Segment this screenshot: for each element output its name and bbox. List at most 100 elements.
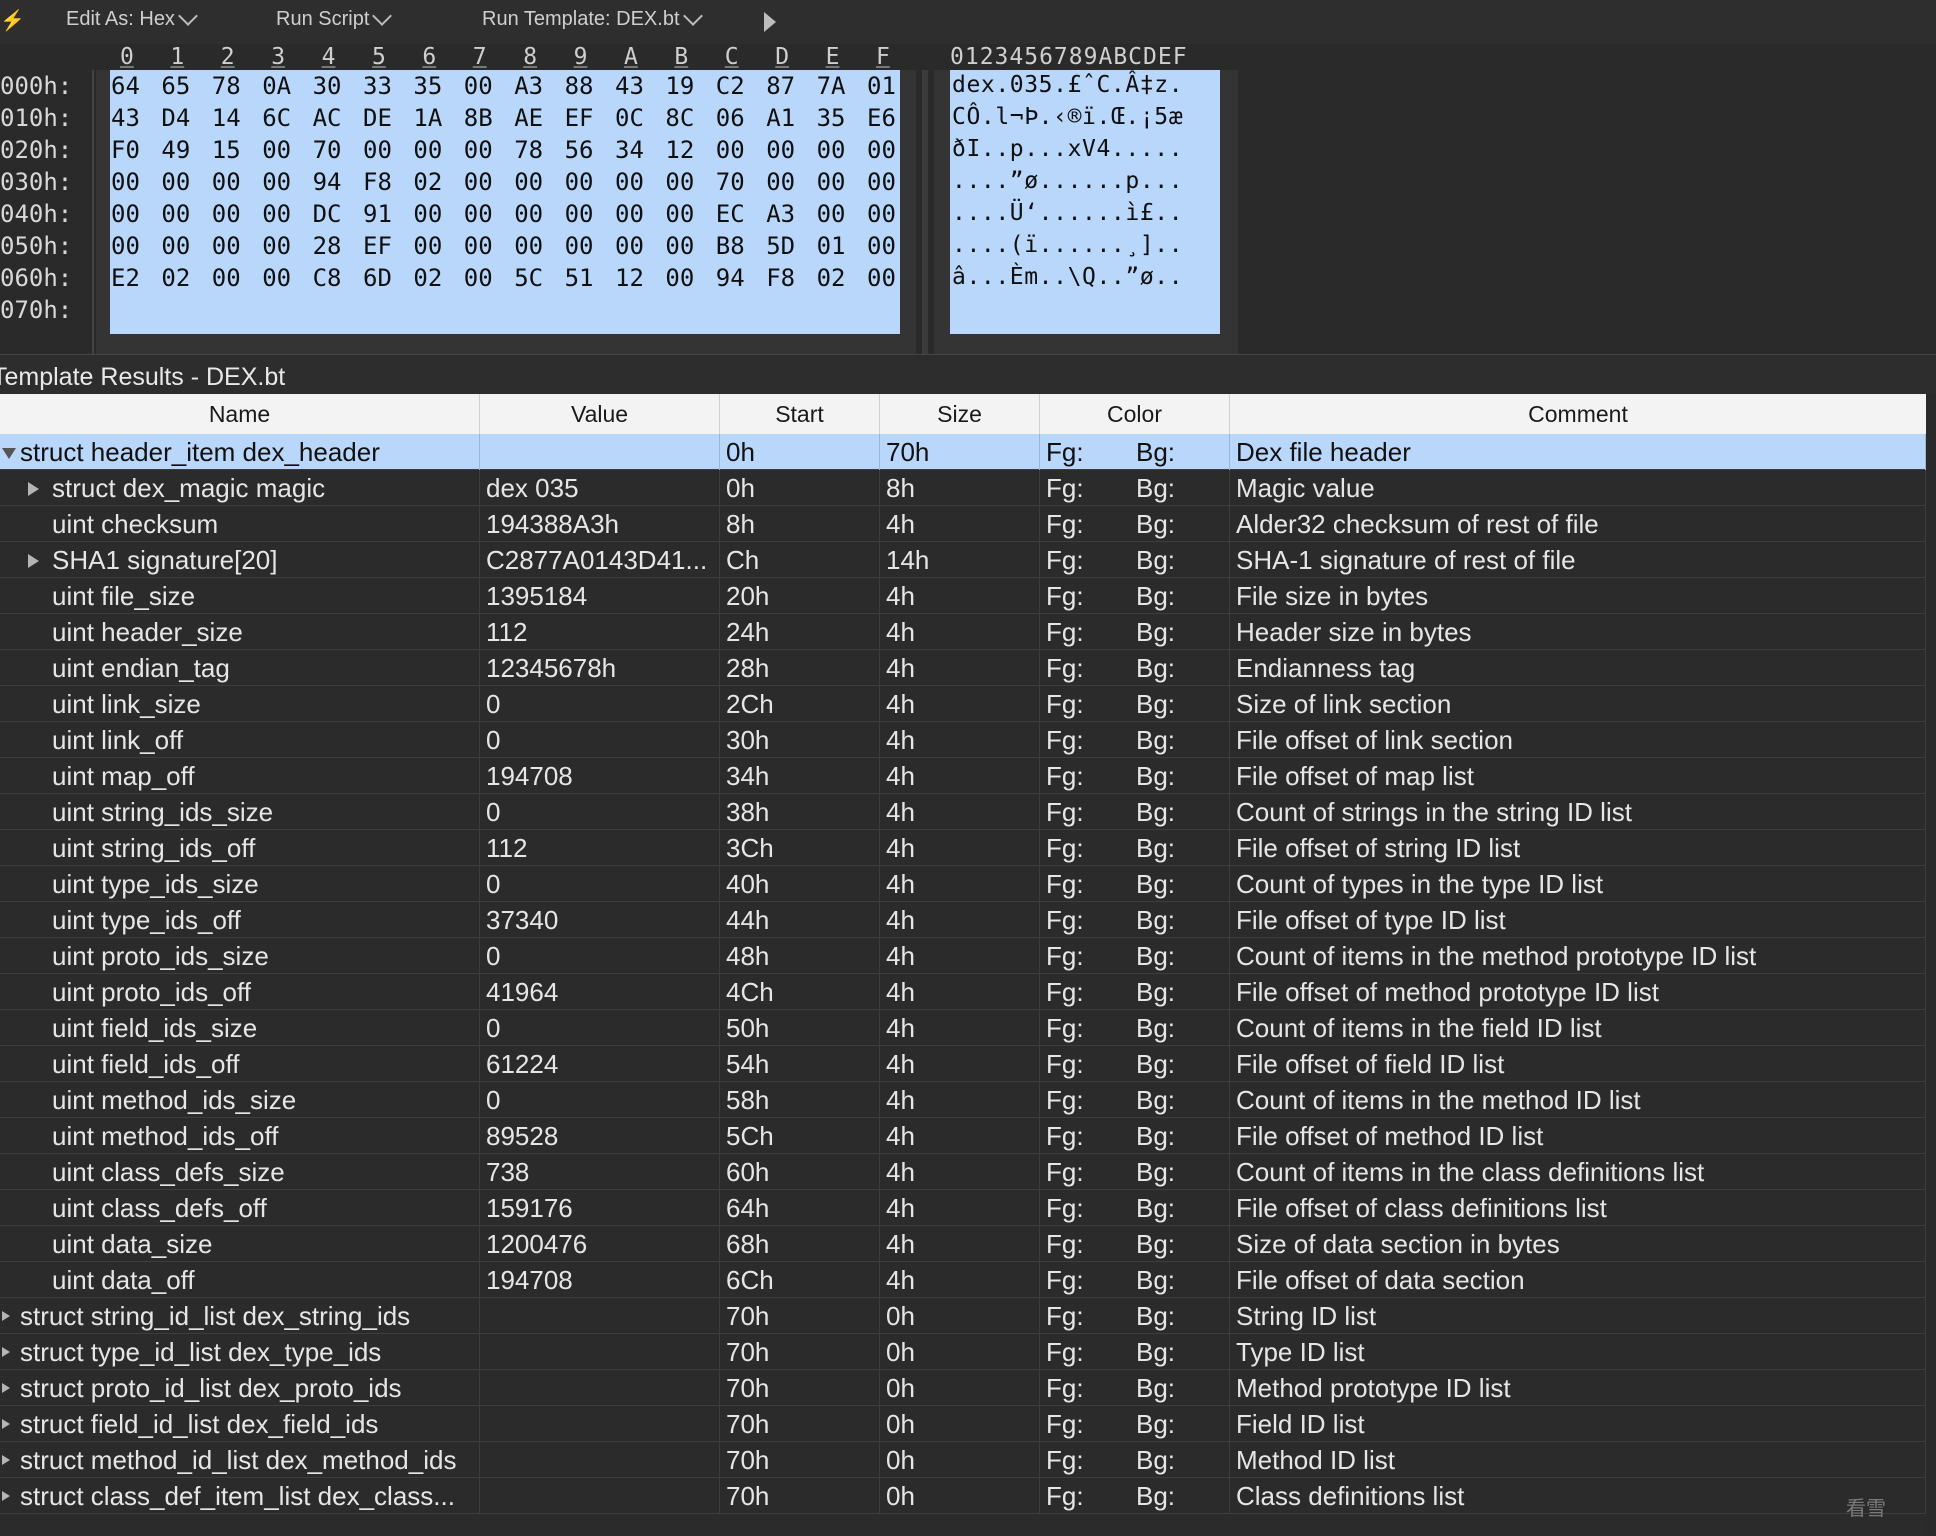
- hex-byte[interactable]: 78: [514, 136, 543, 164]
- hex-byte[interactable]: 64: [111, 72, 140, 100]
- hex-byte[interactable]: 7A: [817, 72, 846, 100]
- vertical-scrollbar[interactable]: [1926, 394, 1936, 1536]
- hex-byte[interactable]: 00: [867, 168, 896, 196]
- template-row[interactable]: uint type_ids_off 37340 44h 4h Fg: Bg: File of…: [0, 902, 1926, 938]
- hex-byte[interactable]: 8B: [464, 104, 493, 132]
- hex-byte[interactable]: 01: [867, 72, 896, 100]
- template-row[interactable]: uint link_size 0 2Ch 4h Fg: Bg: Size of link s…: [0, 686, 1926, 722]
- hex-byte[interactable]: 02: [413, 168, 442, 196]
- hex-byte[interactable]: 00: [464, 168, 493, 196]
- hex-byte[interactable]: 00: [817, 168, 846, 196]
- hex-byte[interactable]: 00: [867, 200, 896, 228]
- expand-triangle-icon[interactable]: [2, 1419, 10, 1429]
- hex-byte[interactable]: 5D: [766, 232, 795, 260]
- template-row[interactable]: uint method_ids_size 0 58h 4h Fg: Bg: Count of…: [0, 1082, 1926, 1118]
- template-row[interactable]: uint method_ids_off 89528 5Ch 4h Fg: Bg: File …: [0, 1118, 1926, 1154]
- hex-byte[interactable]: 02: [413, 264, 442, 292]
- template-row[interactable]: struct class_def_item_list dex_class... 7…: [0, 1478, 1926, 1514]
- ascii-row[interactable]: CÔ.l¬Þ.‹®ï.Œ.¡5æ: [952, 104, 1183, 130]
- hex-byte[interactable]: 0A: [262, 72, 291, 100]
- hex-byte[interactable]: B8: [716, 232, 745, 260]
- hex-byte[interactable]: 00: [565, 168, 594, 196]
- hex-byte[interactable]: E6: [867, 104, 896, 132]
- template-row[interactable]: uint type_ids_size 0 40h 4h Fg: Bg: Count of t…: [0, 866, 1926, 902]
- hex-byte[interactable]: 65: [161, 72, 190, 100]
- hex-byte[interactable]: DC: [313, 200, 342, 228]
- hex-byte[interactable]: 00: [565, 200, 594, 228]
- hex-byte[interactable]: 5C: [514, 264, 543, 292]
- hex-byte[interactable]: 00: [565, 232, 594, 260]
- expand-triangle-icon[interactable]: [2, 1383, 10, 1393]
- hex-byte[interactable]: E2: [111, 264, 140, 292]
- hex-byte[interactable]: EF: [363, 232, 392, 260]
- hex-byte[interactable]: 0C: [615, 104, 644, 132]
- hex-byte[interactable]: EF: [565, 104, 594, 132]
- hex-byte[interactable]: 00: [464, 264, 493, 292]
- hex-byte[interactable]: 00: [716, 136, 745, 164]
- hex-byte[interactable]: 35: [413, 72, 442, 100]
- hex-byte[interactable]: 00: [665, 168, 694, 196]
- template-row[interactable]: uint data_size 1200476 68h 4h Fg: Bg: Size of …: [0, 1226, 1926, 1262]
- template-row[interactable]: struct string_id_list dex_string_ids 70h 0…: [0, 1298, 1926, 1334]
- hex-byte[interactable]: C2: [716, 72, 745, 100]
- hex-byte[interactable]: 43: [111, 104, 140, 132]
- hex-byte[interactable]: 88: [565, 72, 594, 100]
- hex-byte[interactable]: 00: [111, 200, 140, 228]
- hex-byte[interactable]: 00: [615, 168, 644, 196]
- hex-byte[interactable]: 94: [313, 168, 342, 196]
- hex-byte[interactable]: 78: [212, 72, 241, 100]
- hex-byte[interactable]: 00: [514, 200, 543, 228]
- hex-byte[interactable]: 00: [665, 200, 694, 228]
- column-header-size[interactable]: Size: [880, 394, 1040, 434]
- hex-byte[interactable]: A3: [514, 72, 543, 100]
- column-header-value[interactable]: Value: [480, 394, 720, 434]
- hex-byte[interactable]: 00: [665, 264, 694, 292]
- hex-byte[interactable]: C8: [313, 264, 342, 292]
- hex-byte[interactable]: 6D: [363, 264, 392, 292]
- hex-byte[interactable]: 00: [262, 200, 291, 228]
- hex-byte[interactable]: 00: [212, 200, 241, 228]
- template-row[interactable]: uint field_ids_off 61224 54h 4h Fg: Bg: File o…: [0, 1046, 1926, 1082]
- hex-byte[interactable]: 28: [313, 232, 342, 260]
- hex-byte[interactable]: 49: [161, 136, 190, 164]
- hex-byte[interactable]: 02: [817, 264, 846, 292]
- hex-byte[interactable]: 15: [212, 136, 241, 164]
- hex-byte[interactable]: 35: [817, 104, 846, 132]
- hex-byte[interactable]: 00: [766, 168, 795, 196]
- hex-byte[interactable]: 00: [413, 232, 442, 260]
- hex-byte[interactable]: 00: [413, 200, 442, 228]
- hex-byte[interactable]: 00: [161, 200, 190, 228]
- hex-byte[interactable]: 30: [313, 72, 342, 100]
- template-row[interactable]: struct header_item dex_header 0h 70h Fg: Bg:…: [0, 434, 1926, 470]
- template-row[interactable]: uint class_defs_off 159176 64h 4h Fg: Bg: File…: [0, 1190, 1926, 1226]
- hex-byte[interactable]: 00: [262, 232, 291, 260]
- expand-triangle-icon[interactable]: [2, 1311, 10, 1321]
- hex-byte[interactable]: D4: [161, 104, 190, 132]
- hex-byte[interactable]: 70: [716, 168, 745, 196]
- hex-byte[interactable]: 06: [716, 104, 745, 132]
- column-header-name[interactable]: Name: [0, 394, 480, 434]
- hex-byte[interactable]: 00: [464, 200, 493, 228]
- template-row[interactable]: uint file_size 1395184 20h 4h Fg: Bg: File siz…: [0, 578, 1926, 614]
- ascii-row[interactable]: ....”ø......p...: [952, 168, 1183, 194]
- hex-byte[interactable]: 91: [363, 200, 392, 228]
- hex-byte[interactable]: 00: [363, 136, 392, 164]
- hex-byte[interactable]: 00: [464, 136, 493, 164]
- hex-byte[interactable]: 00: [817, 136, 846, 164]
- expand-triangle-icon[interactable]: [2, 1491, 10, 1501]
- hex-byte[interactable]: 00: [262, 136, 291, 164]
- hex-byte[interactable]: 00: [514, 168, 543, 196]
- column-header-color[interactable]: Color: [1040, 394, 1230, 434]
- run-script-dropdown[interactable]: Run Script: [276, 5, 393, 31]
- expand-triangle-icon[interactable]: [28, 554, 39, 568]
- hex-byte[interactable]: F8: [363, 168, 392, 196]
- hex-byte[interactable]: 00: [867, 136, 896, 164]
- hex-byte[interactable]: 00: [212, 168, 241, 196]
- hex-byte[interactable]: A3: [766, 200, 795, 228]
- template-row[interactable]: uint proto_ids_off 41964 4Ch 4h Fg: Bg: File o…: [0, 974, 1926, 1010]
- template-row[interactable]: uint endian_tag 12345678h 28h 4h Fg: Bg: Endia…: [0, 650, 1926, 686]
- hex-byte[interactable]: 00: [111, 168, 140, 196]
- hex-byte[interactable]: 43: [615, 72, 644, 100]
- hex-byte[interactable]: 56: [565, 136, 594, 164]
- hex-byte[interactable]: 02: [161, 264, 190, 292]
